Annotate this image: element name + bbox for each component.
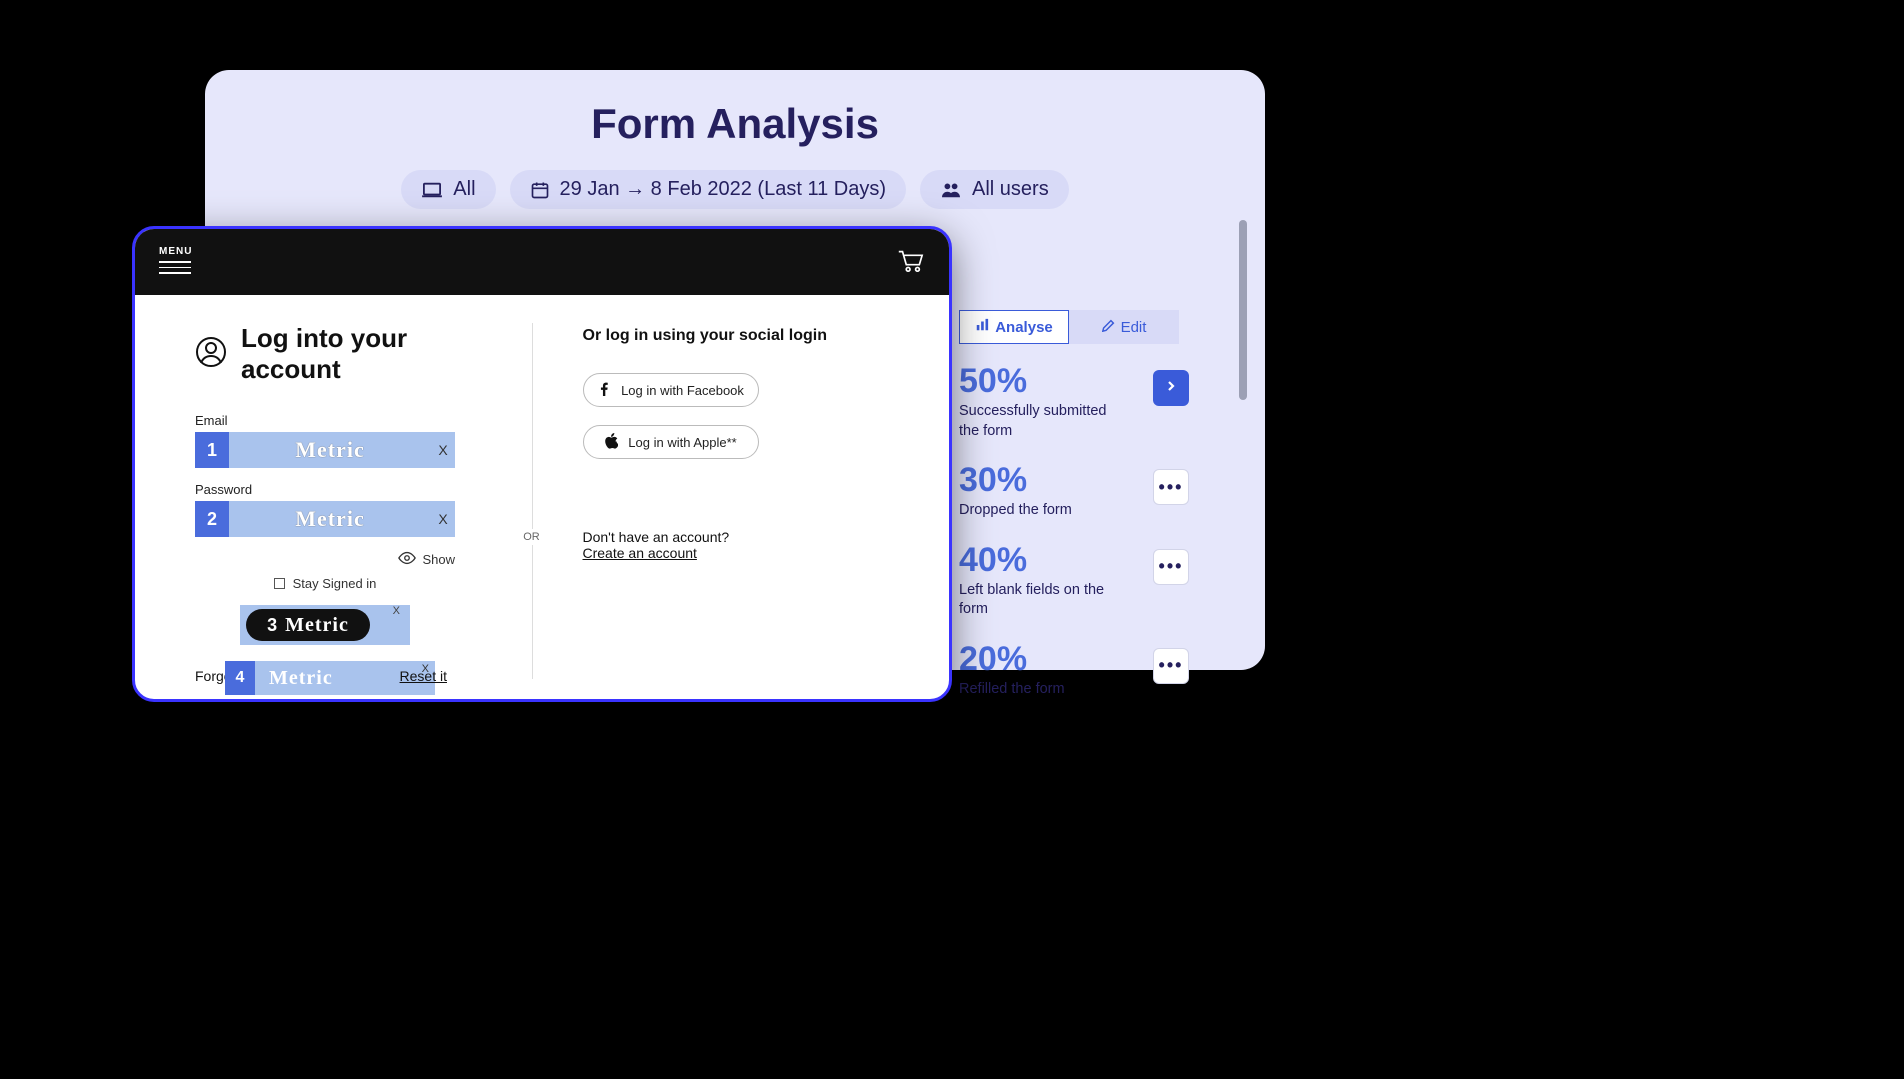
expand-button[interactable] — [1153, 370, 1189, 406]
checkbox-icon — [274, 578, 285, 589]
overlay-badge-3: 3 — [267, 615, 277, 636]
create-account-link[interactable]: Create an account — [583, 545, 890, 561]
or-label: OR — [518, 529, 546, 545]
stat-row-refilled: 20% Refilled the form ••• — [959, 642, 1189, 700]
cart-icon[interactable] — [895, 246, 925, 279]
stat-desc: Left blank fields on the form — [959, 581, 1109, 620]
overlay-metric-label: Metric — [285, 614, 349, 637]
audience-filter-label: All users — [972, 178, 1049, 201]
stat-row-blank: 40% Left blank fields on the form ••• — [959, 543, 1189, 620]
overlay-badge-2: 2 — [195, 501, 229, 537]
daterange-filter-label: 29 Jan → 8 Feb 2022 (Last 11 Days) — [560, 178, 886, 201]
more-icon: ••• — [1159, 655, 1184, 676]
forgot-password-row: Forgot your 4 Metric X Reset it — [195, 661, 455, 695]
daterange-filter-pill[interactable]: 29 Jan → 8 Feb 2022 (Last 11 Days) — [510, 170, 906, 209]
device-filter-pill[interactable]: All — [401, 170, 495, 209]
more-button[interactable]: ••• — [1153, 549, 1189, 585]
more-button[interactable]: ••• — [1153, 648, 1189, 684]
preview-body: Log into your account Email 1 Metric X P… — [135, 295, 949, 699]
pencil-icon — [1102, 319, 1115, 336]
overlay-metric-label: Metric — [229, 437, 431, 463]
no-account-label: Don't have an account? — [583, 529, 890, 545]
login-preview-window: MENU Log into your account Email 1 Metri… — [132, 226, 952, 702]
overlay-badge-4: 4 — [225, 661, 255, 695]
analyse-tab[interactable]: Analyse — [959, 310, 1069, 344]
device-filter-label: All — [453, 178, 475, 201]
submit-button-wrap: 3 Metric X — [195, 605, 455, 645]
more-icon: ••• — [1159, 477, 1184, 498]
edit-tab[interactable]: Edit — [1069, 310, 1179, 344]
facebook-label: Log in with Facebook — [621, 383, 744, 398]
more-icon: ••• — [1159, 556, 1184, 577]
reset-link[interactable]: Reset it — [400, 668, 447, 684]
login-heading: Log into your account — [195, 323, 502, 385]
stat-desc: Dropped the form — [959, 501, 1109, 521]
social-title: Or log in using your social login — [583, 327, 890, 345]
laptop-icon — [421, 181, 443, 199]
apple-label: Log in with Apple** — [628, 435, 736, 450]
stat-pct: 30% — [959, 463, 1153, 497]
login-title: Log into your account — [241, 323, 502, 385]
menu-button[interactable]: MENU — [159, 246, 192, 278]
social-login-column: Or log in using your social login Log in… — [533, 323, 890, 679]
stay-label: Stay Signed in — [293, 576, 377, 591]
email-field-overlay[interactable]: 1 Metric X — [195, 432, 455, 468]
bar-chart-icon — [975, 318, 989, 336]
show-label: Show — [422, 552, 455, 567]
overlay-close[interactable]: X — [431, 442, 455, 458]
eye-icon — [398, 551, 416, 568]
overlay-close[interactable]: X — [431, 511, 455, 527]
password-label: Password — [195, 482, 502, 497]
user-circle-icon — [195, 336, 227, 373]
stat-desc: Refilled the form — [959, 680, 1109, 700]
audience-filter-pill[interactable]: All users — [920, 170, 1069, 209]
column-separator: OR — [532, 323, 533, 679]
overlay-badge-1: 1 — [195, 432, 229, 468]
submit-button: 3 Metric — [246, 609, 370, 641]
stats-sidebar: Analyse Edit 50% Successfully submitted … — [959, 310, 1189, 721]
stat-pct: 20% — [959, 642, 1153, 676]
menu-label: MENU — [159, 246, 192, 257]
password-field-overlay[interactable]: 2 Metric X — [195, 501, 455, 537]
stat-row-dropped: 30% Dropped the form ••• — [959, 463, 1189, 521]
stay-signed-checkbox[interactable]: Stay Signed in — [195, 576, 455, 591]
more-button[interactable]: ••• — [1153, 469, 1189, 505]
login-form-column: Log into your account Email 1 Metric X P… — [195, 323, 532, 679]
calendar-icon — [530, 180, 550, 200]
analyse-label: Analyse — [995, 319, 1053, 336]
overlay-metric-label: Metric — [229, 506, 431, 532]
stat-pct: 50% — [959, 364, 1153, 398]
panel-scrollbar[interactable] — [1239, 220, 1247, 400]
chevron-right-icon — [1165, 379, 1177, 397]
page-title: Form Analysis — [235, 100, 1235, 148]
submit-button-overlay[interactable]: 3 Metric X — [240, 605, 410, 645]
mode-segment: Analyse Edit — [959, 310, 1179, 344]
facebook-login-button[interactable]: Log in with Facebook — [583, 373, 759, 407]
hamburger-icon — [159, 261, 191, 274]
apple-login-button[interactable]: Log in with Apple** — [583, 425, 759, 459]
edit-label: Edit — [1121, 319, 1147, 336]
filter-row: All 29 Jan → 8 Feb 2022 (Last 11 Days) A… — [235, 170, 1235, 209]
apple-icon — [604, 433, 618, 452]
preview-topbar: MENU — [135, 229, 949, 295]
email-label: Email — [195, 413, 502, 428]
stat-pct: 40% — [959, 543, 1153, 577]
overlay-close[interactable]: X — [393, 605, 400, 617]
stat-desc: Successfully submitted the form — [959, 402, 1109, 441]
show-password-toggle[interactable]: Show — [195, 551, 455, 568]
users-icon — [940, 181, 962, 199]
facebook-icon — [597, 382, 611, 399]
stat-row-submitted: 50% Successfully submitted the form — [959, 364, 1189, 441]
